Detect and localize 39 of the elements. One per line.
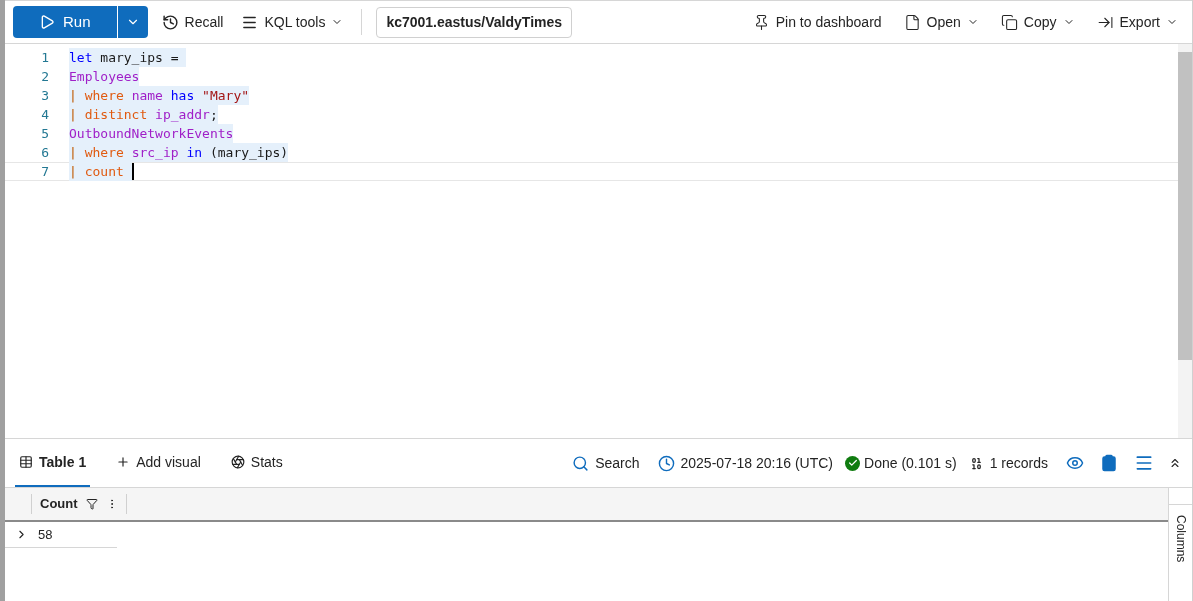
filter-icon[interactable] [85,498,98,510]
add-icon [116,455,131,469]
done-status-icon [845,455,861,471]
copy-icon [1000,13,1018,31]
line-number: 6 [40,143,50,162]
columns-panel-toggle[interactable]: Columns [1169,504,1192,563]
recall-button[interactable]: Recall [157,11,228,33]
copy-button[interactable]: Copy [994,11,1081,33]
line-number: 2 [40,67,50,86]
timestamp: 2025-07-18 20:16 (UTC) [680,453,834,473]
scrollbar[interactable] [1178,44,1192,438]
column-header[interactable]: Count [40,494,78,514]
line-number: 5 [40,124,50,143]
layout-icon[interactable] [1134,453,1154,473]
line-number: 7 [40,162,50,181]
table-cell-text: 58 [38,525,53,544]
play-icon [39,14,55,30]
search-icon [572,454,590,472]
kql-tools-button[interactable]: KQL tools [237,11,348,33]
open-button[interactable]: Open [897,11,985,33]
file-icon [903,13,921,31]
line-number: 3 [40,86,50,105]
clipboard-icon[interactable] [1100,454,1118,472]
line-number: 4 [40,105,50,124]
result-tab[interactable]: Stats [226,439,287,487]
database-selector[interactable]: kc7001.eastus/ValdyTimes [376,6,573,38]
search-button[interactable]: Search [572,452,640,474]
eye-icon[interactable] [1066,454,1084,472]
table-icon [19,455,33,469]
stats-icon [230,455,245,469]
clock-icon [657,454,675,472]
status-text: Done (0.101 s) [864,453,957,473]
export-button[interactable]: Export [1090,11,1184,33]
line-number: 1 [40,48,50,67]
records-count: 1 records [989,453,1048,473]
pin-button[interactable]: Pin to dashboard [746,11,888,33]
history-icon [161,13,179,31]
collapse-icon[interactable] [1168,456,1182,470]
result-tab[interactable]: Add visual [112,439,205,487]
